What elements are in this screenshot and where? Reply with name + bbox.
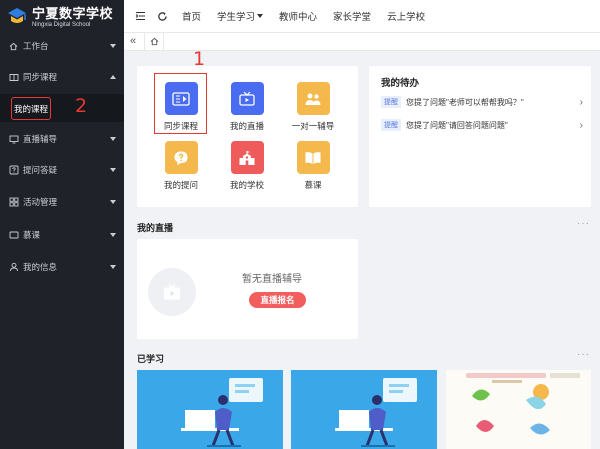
app-mooc[interactable]: 慕课 — [283, 141, 343, 191]
refresh-icon[interactable] — [156, 10, 168, 22]
course-card[interactable] — [446, 370, 591, 449]
sidebar-item-workbench[interactable]: 工作台 — [0, 33, 124, 59]
school-icon — [230, 141, 264, 174]
house-icon — [8, 41, 19, 52]
sidebar-item-label: 提问答疑 — [23, 165, 58, 175]
app-label: 同步课程 — [163, 121, 198, 131]
section-title-learned: 已学习 — [137, 354, 165, 364]
chevron-down-icon — [110, 44, 116, 48]
app-sync-course[interactable]: 同步课程 — [151, 82, 211, 132]
logo-title: 宁夏数字学校 — [32, 5, 114, 21]
logo-mark-icon — [6, 6, 28, 28]
chevron-down-icon — [110, 233, 116, 237]
sidebar-item-label: 慕课 — [23, 230, 41, 240]
sidebar-item-label: 活动管理 — [23, 197, 58, 207]
course-illustration — [466, 373, 580, 435]
grid-icon — [8, 197, 19, 208]
app-my-live[interactable]: 我的直播 — [217, 82, 277, 132]
more-icon[interactable]: ··· — [577, 218, 590, 229]
reminder-badge: 提醒 — [381, 119, 401, 131]
chevron-right-icon: › — [579, 119, 583, 131]
app-one-on-one[interactable]: 一对一辅导 — [283, 82, 343, 132]
empty-text: 暂无直播辅导 — [242, 274, 302, 285]
todo-item[interactable]: 提醒 您提了问题"老师可以帮帮我吗？" › — [381, 95, 583, 109]
person-icon — [8, 262, 19, 273]
course-illustration — [181, 378, 263, 447]
monitor-icon — [8, 134, 19, 145]
nav-label: 学生学习 — [217, 13, 256, 23]
reminder-badge: 提醒 — [381, 96, 401, 108]
app-label: 我的学校 — [229, 180, 264, 190]
sidebar-item-label: 工作台 — [23, 41, 49, 51]
chevron-down-icon — [110, 137, 116, 141]
logo-subtitle: Ningxia Digital School — [32, 21, 91, 28]
chevron-up-icon — [110, 75, 116, 79]
nav-student-learning[interactable]: 学生学习 — [217, 9, 264, 23]
app-my-school[interactable]: 我的学校 — [217, 141, 277, 191]
app-label: 我的提问 — [163, 180, 198, 190]
app-label: 我的直播 — [229, 121, 264, 131]
todo-item[interactable]: 提醒 您提了问题"请回答问题问题" › — [381, 118, 583, 132]
app-label: 一对一辅导 — [291, 121, 335, 131]
open-book-icon — [296, 141, 330, 174]
sidebar-item-label: 同步课程 — [23, 72, 58, 82]
caret-down-icon — [257, 14, 264, 18]
annotation-number-1: 1 — [193, 48, 206, 70]
double-chevron-left-icon[interactable]: « — [130, 36, 136, 47]
question-icon — [8, 165, 19, 176]
chevron-down-icon — [110, 265, 116, 269]
sidebar-item-qa[interactable]: 提问答疑 — [0, 157, 124, 183]
chevron-down-icon — [110, 200, 116, 204]
book-icon — [8, 72, 19, 83]
todo-title: 我的待办 — [381, 78, 420, 89]
sidebar-subitem-my-course[interactable]: 我的课程 — [11, 97, 51, 120]
nav-home[interactable]: 首页 — [182, 9, 201, 23]
more-icon[interactable]: ··· — [577, 349, 590, 360]
chevron-down-icon — [110, 168, 116, 172]
course-card[interactable] — [291, 370, 437, 449]
menu-toggle-icon[interactable] — [134, 10, 146, 22]
section-title-my-live: 我的直播 — [137, 223, 174, 233]
sidebar-item-label: 我的信息 — [23, 262, 58, 272]
live-card: 暂无直播辅导 直播报名 — [137, 239, 358, 339]
live-signup-button[interactable]: 直播报名 — [249, 292, 306, 308]
screen-icon — [8, 230, 19, 241]
tab-home[interactable] — [144, 33, 164, 51]
todo-card: 我的待办 提醒 您提了问题"老师可以帮帮我吗？" › 提醒 您提了问题"请回答问… — [369, 66, 591, 207]
empty-tv-icon — [148, 268, 196, 316]
people-icon — [296, 82, 330, 115]
sidebar-item-sync-course[interactable]: 同步课程 — [0, 64, 124, 90]
sidebar-item-my-info[interactable]: 我的信息 — [0, 254, 124, 280]
video-card-icon — [164, 82, 198, 115]
todo-text: 您提了问题"请回答问题问题" — [406, 120, 508, 130]
nav-teacher-center[interactable]: 教师中心 — [279, 9, 317, 23]
course-card[interactable] — [137, 370, 283, 449]
question-bubble-icon — [164, 141, 198, 174]
nav-parent-school[interactable]: 家长学堂 — [333, 9, 371, 23]
sidebar-item-live-tutoring[interactable]: 直播辅导 — [0, 126, 124, 152]
annotation-number-2: 2 — [75, 95, 88, 117]
sidebar-item-mooc[interactable]: 慕课 — [0, 222, 124, 248]
house-icon — [150, 37, 159, 48]
course-illustration — [335, 378, 417, 447]
todo-text: 您提了问题"老师可以帮帮我吗？" — [406, 97, 524, 107]
logo[interactable]: 宁夏数字学校 Ningxia Digital School — [0, 0, 124, 34]
app-label: 慕课 — [304, 180, 322, 190]
nav-cloud-school[interactable]: 云上学校 — [387, 9, 425, 23]
sidebar-item-activity[interactable]: 活动管理 — [0, 189, 124, 215]
sidebar-item-label: 直播辅导 — [23, 134, 58, 144]
sidebar: 宁夏数字学校 Ningxia Digital School 工作台 同步课程 我… — [0, 0, 124, 449]
chevron-right-icon: › — [579, 96, 583, 108]
tv-icon — [230, 82, 264, 115]
app-my-questions[interactable]: 我的提问 — [151, 141, 211, 191]
top-bar: 首页 学生学习 教师中心 家长学堂 云上学校 — [124, 0, 600, 33]
